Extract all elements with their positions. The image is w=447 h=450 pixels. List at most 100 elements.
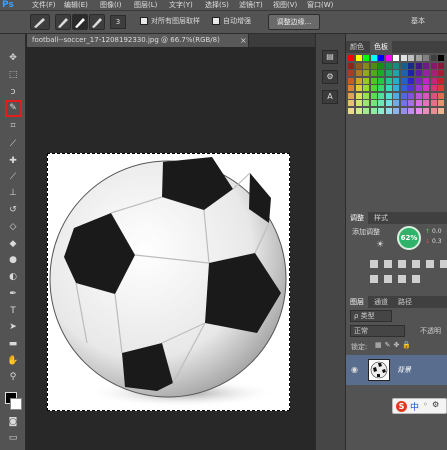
- menu-filter[interactable]: 滤镜(T): [239, 0, 263, 11]
- swatch[interactable]: [385, 77, 392, 84]
- swatch[interactable]: [400, 100, 407, 106]
- swatch[interactable]: [408, 92, 414, 99]
- stamp-tool-icon[interactable]: ⊥: [7, 187, 19, 199]
- hue-adjustment-icon[interactable]: [412, 260, 420, 268]
- swatch[interactable]: [378, 77, 384, 84]
- ime-chinese-mode[interactable]: 中: [410, 400, 419, 413]
- swatch[interactable]: [385, 55, 392, 61]
- swatch[interactable]: [400, 70, 407, 76]
- blend-mode-select[interactable]: 正常: [350, 325, 405, 337]
- layer-name[interactable]: 背景: [397, 365, 411, 375]
- color-balance-adjustment-icon[interactable]: [426, 260, 434, 268]
- sample-all-layers-checkbox[interactable]: [140, 17, 148, 25]
- swatch[interactable]: [378, 107, 384, 114]
- black-white-adjustment-icon[interactable]: [440, 260, 447, 268]
- swatch[interactable]: [385, 70, 392, 76]
- swatches-grid[interactable]: [348, 55, 446, 117]
- menu-layer[interactable]: 图层(L): [134, 0, 157, 11]
- character-panel-icon[interactable]: A: [322, 90, 338, 104]
- layer-kind-filter[interactable]: ρ 类型: [350, 310, 392, 322]
- swatch[interactable]: [355, 70, 362, 76]
- swatch[interactable]: [363, 100, 369, 106]
- swatch[interactable]: [400, 92, 407, 99]
- auto-enhance-checkbox[interactable]: [212, 17, 220, 25]
- paint-bucket-tool-icon[interactable]: ◆: [7, 238, 19, 250]
- swatch[interactable]: [393, 107, 399, 114]
- invert-adjustment-icon[interactable]: [412, 275, 420, 283]
- brush-tool-icon[interactable]: ⟋: [7, 171, 19, 183]
- swatch[interactable]: [378, 100, 384, 106]
- swatch[interactable]: [348, 77, 354, 84]
- swatch[interactable]: [423, 62, 429, 69]
- swatch[interactable]: [378, 70, 384, 76]
- swatch[interactable]: [430, 55, 437, 61]
- swatch[interactable]: [408, 100, 414, 106]
- swatch[interactable]: [378, 62, 384, 69]
- swatch[interactable]: [385, 100, 392, 106]
- screen-mode-icon[interactable]: ▭: [7, 432, 19, 444]
- workspace-label[interactable]: 基本: [411, 16, 425, 27]
- swatch[interactable]: [370, 62, 377, 69]
- exposure-adjustment-icon[interactable]: [398, 260, 406, 268]
- swatch[interactable]: [430, 85, 437, 91]
- swatch[interactable]: [400, 62, 407, 69]
- menu-view[interactable]: 视图(V): [273, 0, 297, 11]
- channel-mixer-adjustment-icon[interactable]: [384, 275, 392, 283]
- swatch[interactable]: [385, 85, 392, 91]
- swatch[interactable]: [423, 92, 429, 99]
- menu-file[interactable]: 文件(F): [32, 0, 56, 11]
- swatch[interactable]: [438, 77, 444, 84]
- swatch[interactable]: [355, 100, 362, 106]
- swatch[interactable]: [378, 55, 384, 61]
- move-tool-icon[interactable]: ✥: [7, 52, 19, 64]
- swatch[interactable]: [438, 62, 444, 69]
- refine-edge-button[interactable]: 调整边缘...: [268, 14, 320, 30]
- add-selection-button[interactable]: [55, 14, 71, 30]
- new-selection-button[interactable]: [30, 14, 50, 30]
- swatch[interactable]: [363, 62, 369, 69]
- swatch[interactable]: [363, 107, 369, 114]
- swatch[interactable]: [348, 92, 354, 99]
- swatch[interactable]: [393, 70, 399, 76]
- ime-punctuation-icon[interactable]: ◦: [423, 400, 428, 409]
- history-panel-icon[interactable]: ▤: [322, 50, 338, 64]
- swatch[interactable]: [348, 107, 354, 114]
- swatch[interactable]: [378, 92, 384, 99]
- dodge-tool-icon[interactable]: ◐: [7, 271, 19, 283]
- swatch[interactable]: [400, 77, 407, 84]
- swatch[interactable]: [363, 85, 369, 91]
- swatch[interactable]: [415, 85, 422, 91]
- menu-type[interactable]: 文字(Y): [169, 0, 193, 11]
- swatch[interactable]: [348, 100, 354, 106]
- swatch[interactable]: [415, 62, 422, 69]
- document-tab[interactable]: football--soccer_17-1208192330.jpg @ 66.…: [27, 34, 249, 47]
- swatch[interactable]: [408, 77, 414, 84]
- swatch[interactable]: [430, 70, 437, 76]
- swatch[interactable]: [393, 77, 399, 84]
- swatch[interactable]: [408, 70, 414, 76]
- swatch[interactable]: [370, 77, 377, 84]
- swatch[interactable]: [438, 92, 444, 99]
- swatch[interactable]: [415, 55, 422, 61]
- swatch[interactable]: [393, 62, 399, 69]
- swatch[interactable]: [348, 70, 354, 76]
- swatch[interactable]: [393, 100, 399, 106]
- swatch[interactable]: [348, 62, 354, 69]
- tab-paths[interactable]: 路径: [394, 296, 416, 308]
- properties-panel-icon[interactable]: ⚙: [322, 70, 338, 84]
- swatch[interactable]: [348, 85, 354, 91]
- ime-settings-icon[interactable]: ⚙: [432, 400, 439, 409]
- menu-edit[interactable]: 编辑(E): [64, 0, 88, 11]
- swatch[interactable]: [408, 107, 414, 114]
- swatch[interactable]: [370, 100, 377, 106]
- swatch[interactable]: [378, 85, 384, 91]
- swatch[interactable]: [385, 92, 392, 99]
- swatch[interactable]: [363, 70, 369, 76]
- tab-swatches[interactable]: 色板: [370, 41, 392, 53]
- swatch[interactable]: [430, 92, 437, 99]
- swatch[interactable]: [355, 55, 362, 61]
- history-brush-tool-icon[interactable]: ↺: [7, 204, 19, 216]
- swatch[interactable]: [423, 100, 429, 106]
- swatch[interactable]: [438, 100, 444, 106]
- swatch[interactable]: [438, 70, 444, 76]
